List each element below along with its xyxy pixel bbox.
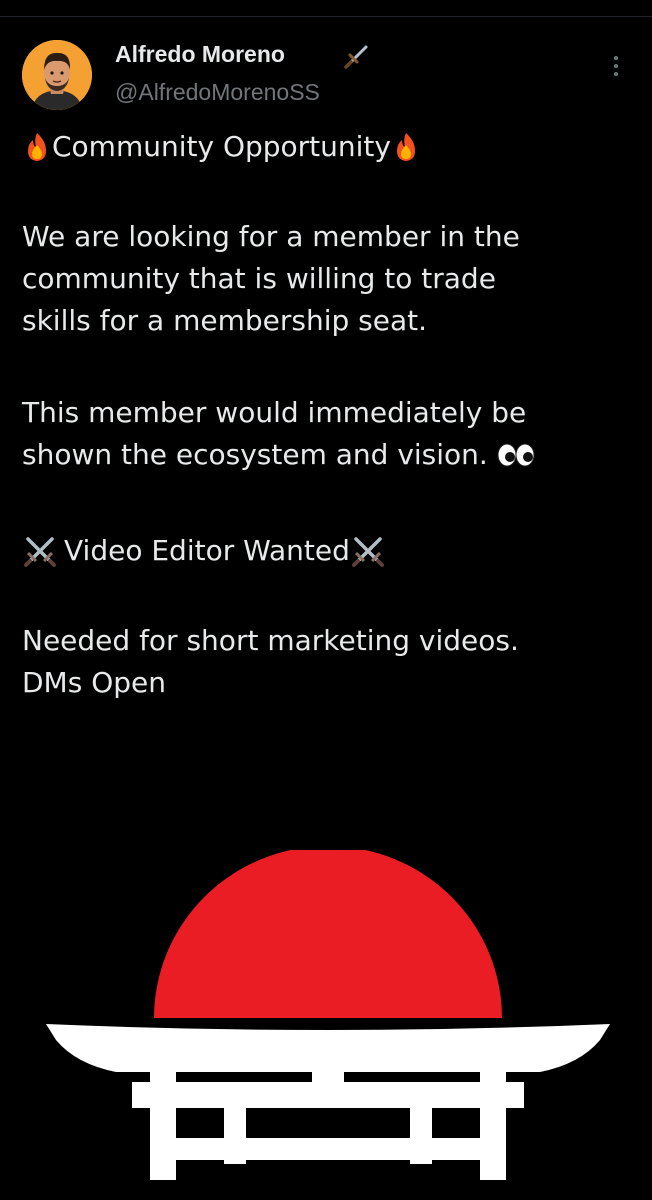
eyes-emoji-icon xyxy=(496,439,536,471)
avatar[interactable] xyxy=(22,40,92,110)
crossed-swords-emoji-icon xyxy=(350,535,386,567)
more-dot-icon xyxy=(614,72,618,76)
wanted-text: Video Editor Wanted xyxy=(64,534,350,567)
more-dot-icon xyxy=(614,56,618,60)
post-line: This member would immediately be xyxy=(22,396,527,429)
post-paragraph-2: This member would immediately be shown t… xyxy=(22,392,634,476)
post-title: Community Opportunity xyxy=(52,130,391,163)
post-paragraph-3: Needed for short marketing videos. DMs O… xyxy=(22,620,634,704)
post-paragraph-1: We are looking for a member in the commu… xyxy=(22,216,634,342)
post-line: Needed for short marketing videos. xyxy=(22,624,519,657)
post-line: community that is willing to trade xyxy=(22,262,496,295)
fire-emoji-icon xyxy=(22,131,52,163)
post-line: shown the ecosystem and vision. xyxy=(22,438,488,471)
attached-image-logo[interactable] xyxy=(40,846,616,1180)
fire-emoji-icon xyxy=(391,131,421,163)
top-divider xyxy=(0,16,652,17)
avatar-portrait-icon xyxy=(22,40,92,110)
dagger-icon xyxy=(342,40,372,70)
post-wanted-row: Video Editor Wanted xyxy=(22,530,634,572)
more-options-button[interactable] xyxy=(604,50,628,82)
more-dot-icon xyxy=(614,64,618,68)
post-line: skills for a membership seat. xyxy=(22,304,428,337)
user-handle[interactable]: @AlfredoMorenoSS xyxy=(115,78,320,106)
post-line: DMs Open xyxy=(22,666,166,699)
post-line: We are looking for a member in the xyxy=(22,220,520,253)
post-line-with-emoji: shown the ecosystem and vision. xyxy=(22,434,634,476)
display-name[interactable]: Alfredo Moreno xyxy=(115,40,285,68)
crossed-swords-emoji-icon xyxy=(22,535,58,567)
rising-sun-torii-icon xyxy=(46,846,610,1180)
post-title-row: Community Opportunity xyxy=(22,126,634,168)
